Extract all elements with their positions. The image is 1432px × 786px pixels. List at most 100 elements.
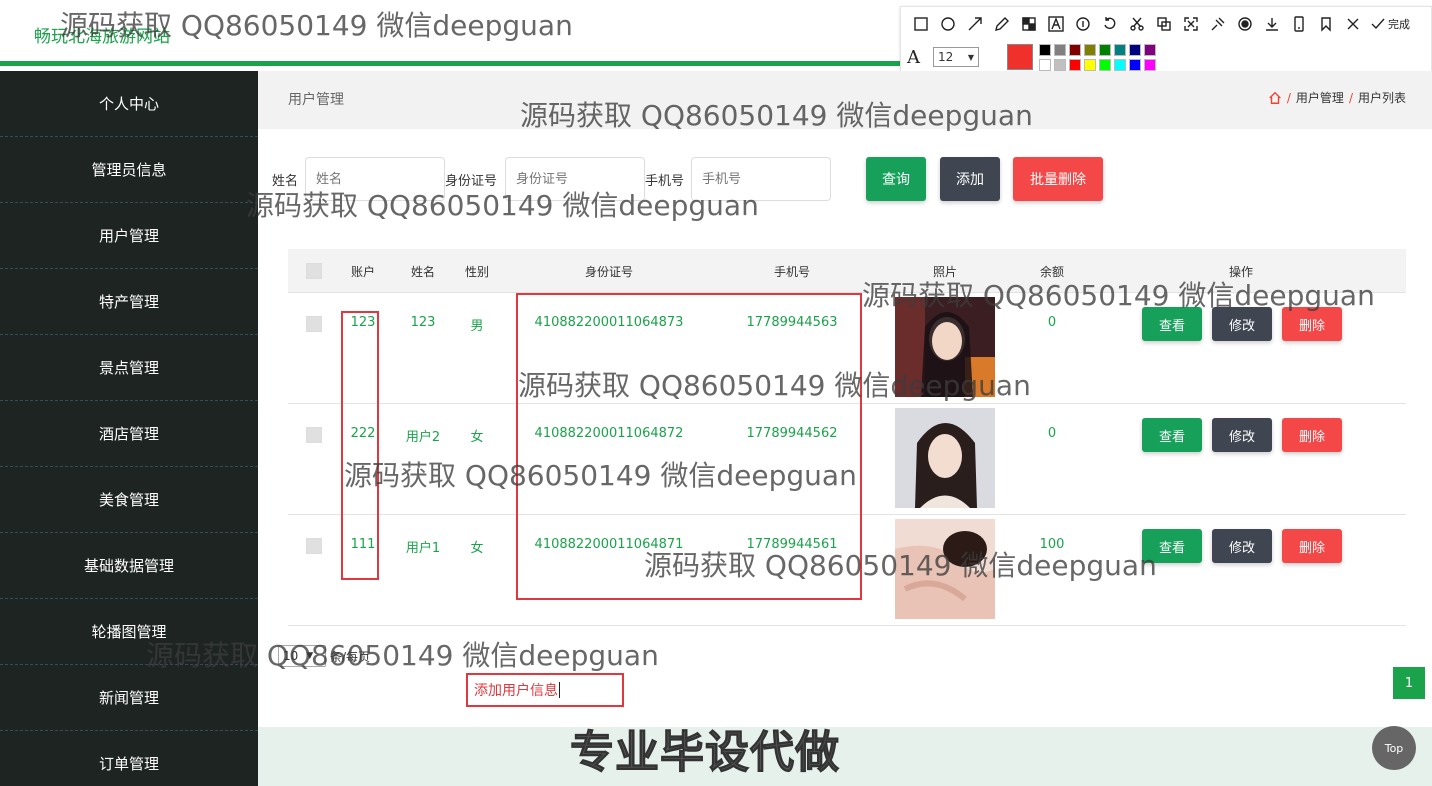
breadcrumb-item-user-list: 用户列表	[1357, 91, 1406, 105]
page-size-value: 10	[283, 649, 299, 663]
color-swatch[interactable]	[1114, 58, 1126, 71]
arrow-icon[interactable]	[961, 13, 988, 35]
sidebar-item[interactable]: 酒店管理	[0, 401, 258, 467]
screenshot-annotation-toolbar: 完成 A 12 ▼	[900, 6, 1432, 72]
color-swatch[interactable]	[1084, 43, 1096, 56]
id-number-input[interactable]	[505, 157, 645, 201]
ellipse-icon[interactable]	[934, 13, 961, 35]
mosaic-icon[interactable]	[1015, 13, 1042, 35]
color-swatch[interactable]	[1054, 58, 1066, 71]
close-icon[interactable]	[1339, 13, 1366, 35]
copy-icon[interactable]	[1150, 13, 1177, 35]
color-swatch[interactable]	[1054, 43, 1066, 56]
number-icon[interactable]	[1069, 13, 1096, 35]
font-size-value: 12	[938, 50, 954, 64]
pin-icon[interactable]	[1204, 13, 1231, 35]
row-checkbox[interactable]	[306, 427, 322, 443]
sidebar-item[interactable]: 个人中心	[0, 71, 258, 137]
view-button[interactable]: 查看	[1142, 418, 1202, 452]
select-all-checkbox[interactable]	[306, 263, 322, 279]
phone-input[interactable]	[691, 157, 831, 201]
color-swatch[interactable]	[1144, 58, 1156, 71]
sidebar: 个人中心管理员信息用户管理特产管理景点管理 酒店管理美食管理基础数据管理轮播图管理…	[0, 71, 258, 786]
sidebar-item[interactable]: 轮播图管理	[0, 599, 258, 665]
cell-name: 123	[410, 315, 436, 330]
sidebar-item[interactable]: 美食管理	[0, 467, 258, 533]
batch-delete-button[interactable]: 批量删除	[1013, 157, 1103, 201]
color-swatch[interactable]	[1084, 58, 1096, 71]
toolbar-style-row: A 12 ▼	[907, 43, 1156, 71]
row-checkbox[interactable]	[306, 316, 322, 332]
col-phone: 手机号	[773, 265, 811, 279]
delete-button[interactable]: 删除	[1282, 529, 1342, 563]
table-header: 账户 姓名 性别 身份证号 手机号 照片 余额 操作	[288, 249, 1406, 293]
sidebar-item[interactable]: 基础数据管理	[0, 533, 258, 599]
sidebar-item[interactable]: 管理员信息	[0, 137, 258, 203]
color-swatch[interactable]	[1099, 43, 1111, 56]
color-swatch[interactable]	[1039, 58, 1051, 71]
sidebar-item-label: 个人中心	[98, 95, 159, 113]
sidebar-item[interactable]: 新闻管理	[0, 665, 258, 731]
annotation-rect-account[interactable]	[341, 311, 379, 580]
crop-icon[interactable]	[1123, 13, 1150, 35]
phone-icon[interactable]	[1285, 13, 1312, 35]
color-swatch[interactable]	[1144, 43, 1156, 56]
annotation-rect-id-phone[interactable]	[516, 293, 862, 600]
edit-button[interactable]: 修改	[1212, 529, 1272, 563]
current-color-swatch[interactable]	[1007, 44, 1033, 70]
annotation-text: 添加用户信息	[474, 683, 558, 699]
view-button[interactable]: 查看	[1142, 307, 1202, 341]
page-number-current[interactable]: 1	[1393, 667, 1425, 699]
breadcrumb: / 用户管理 / 用户列表	[1268, 89, 1406, 106]
back-to-top-button[interactable]: Top	[1372, 726, 1416, 770]
sidebar-item-label: 美食管理	[98, 491, 159, 509]
cell-name: 用户2	[405, 430, 441, 445]
query-button[interactable]: 查询	[866, 157, 926, 201]
download-icon[interactable]	[1258, 13, 1285, 35]
pen-icon[interactable]	[988, 13, 1015, 35]
sidebar-item-label: 轮播图管理	[91, 623, 167, 641]
chevron-down-icon: ▼	[967, 52, 974, 62]
delete-button[interactable]: 删除	[1282, 418, 1342, 452]
site-title[interactable]: 畅玩北海旅游网站	[34, 22, 170, 47]
font-size-select[interactable]: 12 ▼	[933, 47, 979, 67]
add-button[interactable]: 添加	[940, 157, 1000, 201]
cell-gender: 女	[470, 430, 484, 445]
color-swatch[interactable]	[1114, 43, 1126, 56]
view-button[interactable]: 查看	[1142, 529, 1202, 563]
chevron-down-icon: ▼	[306, 651, 314, 661]
sidebar-item[interactable]: 用户管理	[0, 203, 258, 269]
rect-icon[interactable]	[907, 13, 934, 35]
edit-button[interactable]: 修改	[1212, 418, 1272, 452]
undo-icon[interactable]	[1096, 13, 1123, 35]
delete-button[interactable]: 删除	[1282, 307, 1342, 341]
col-account: 账户	[350, 265, 376, 279]
bookmark-icon[interactable]	[1312, 13, 1339, 35]
home-icon[interactable]	[1268, 91, 1282, 105]
color-swatch[interactable]	[1039, 43, 1051, 56]
sidebar-item[interactable]: 特产管理	[0, 269, 258, 335]
color-swatch[interactable]	[1099, 58, 1111, 71]
name-input[interactable]	[305, 157, 445, 201]
row-checkbox[interactable]	[306, 538, 322, 554]
sidebar-item-label: 特产管理	[98, 293, 159, 311]
text-icon[interactable]	[1042, 13, 1069, 35]
sidebar-item[interactable]: 订单管理	[0, 731, 258, 786]
record-icon[interactable]	[1231, 13, 1258, 35]
fullscreen-icon[interactable]	[1177, 13, 1204, 35]
check-icon	[1371, 18, 1385, 30]
color-swatch[interactable]	[1069, 58, 1081, 71]
footer	[258, 727, 1432, 786]
breadcrumb-item-users[interactable]: 用户管理	[1296, 89, 1344, 106]
color-swatch[interactable]	[1129, 58, 1141, 71]
done-button[interactable]: 完成	[1366, 13, 1410, 35]
page-size-select[interactable]: 10 ▼	[278, 645, 326, 667]
col-photo: 照片	[932, 265, 958, 279]
annotation-text-box[interactable]: 添加用户信息	[466, 673, 624, 707]
color-swatch[interactable]	[1129, 43, 1141, 56]
edit-button[interactable]: 修改	[1212, 307, 1272, 341]
sidebar-item[interactable]: 景点管理	[0, 335, 258, 401]
col-id-number: 身份证号	[584, 265, 634, 279]
color-swatch[interactable]	[1069, 43, 1081, 56]
sidebar-item-label: 管理员信息	[91, 161, 167, 179]
